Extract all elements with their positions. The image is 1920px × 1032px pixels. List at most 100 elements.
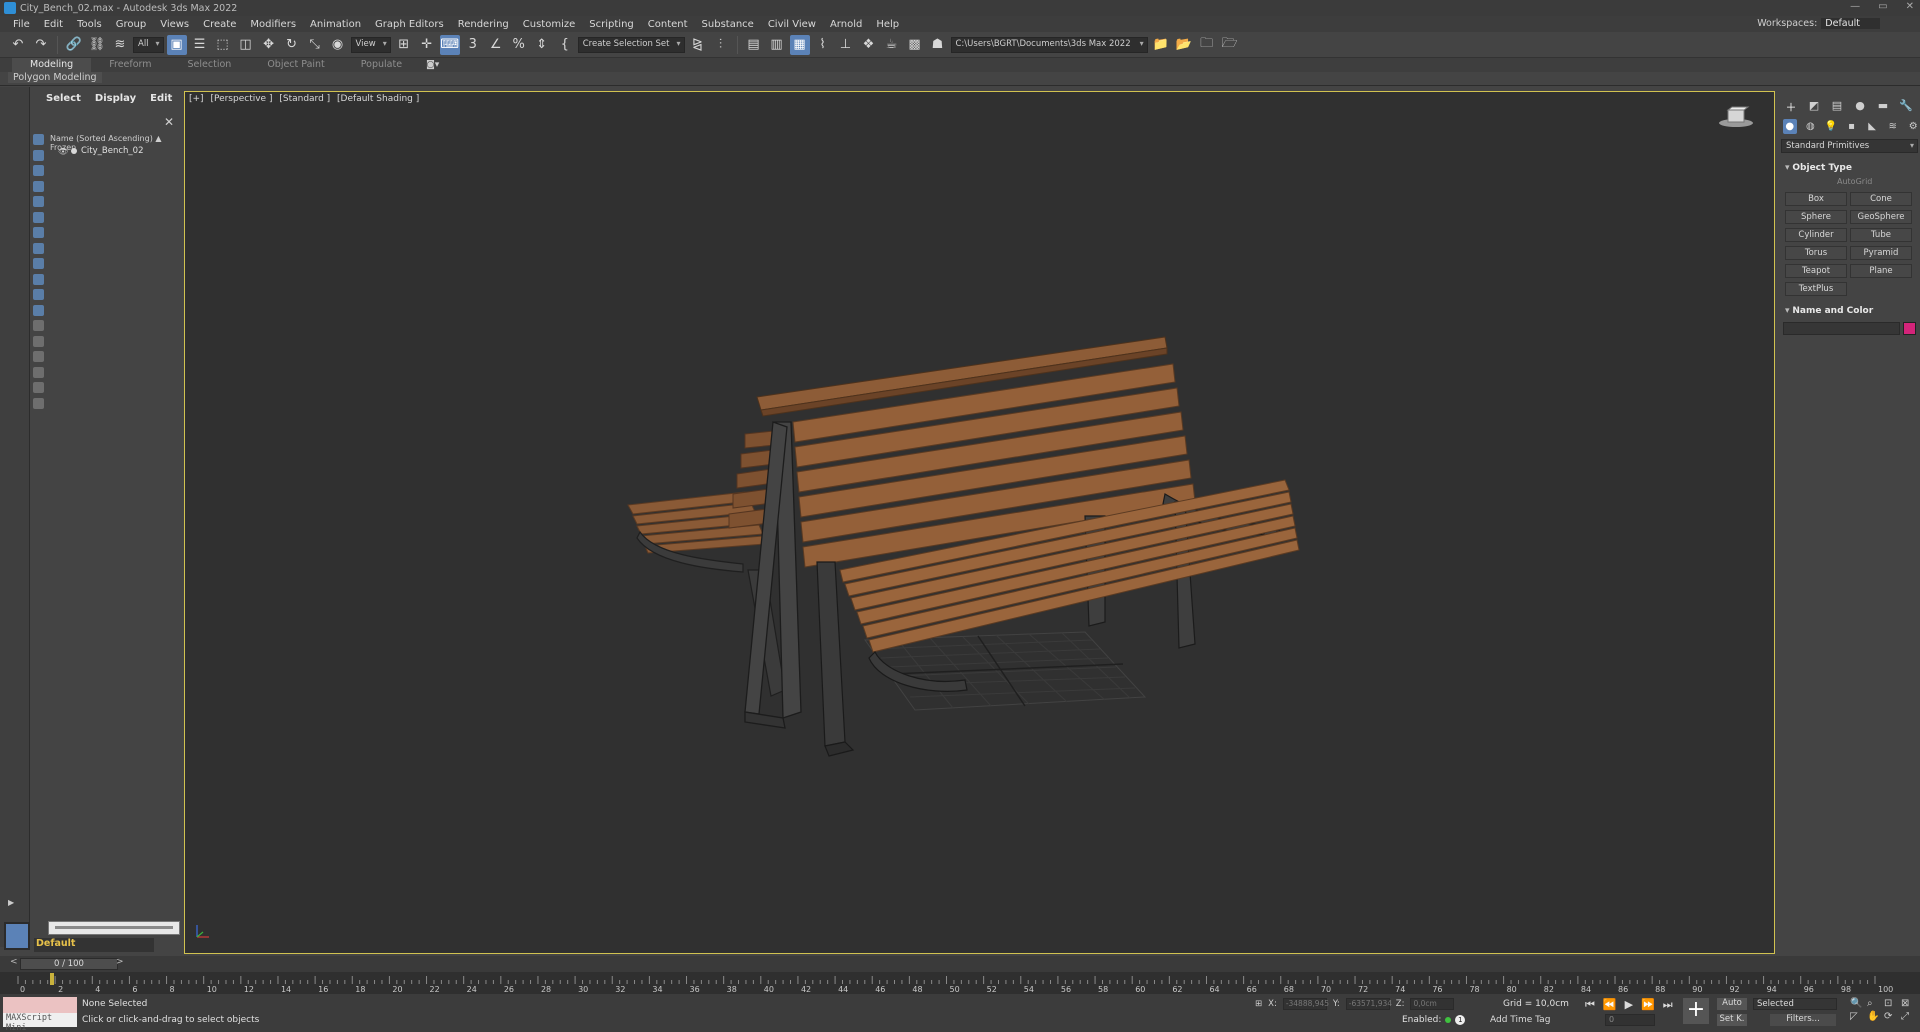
spinner-snap-icon[interactable]: ⇕ xyxy=(532,35,552,55)
select-by-name-icon[interactable]: ☰ xyxy=(190,35,210,55)
menu-tools[interactable]: Tools xyxy=(70,19,109,30)
scene-column-header[interactable]: Name (Sorted Ascending) ▲ Frozen xyxy=(50,134,178,152)
scene-list-item[interactable]: 👁 City_Bench_02 xyxy=(50,146,178,156)
key-selection-dropdown[interactable]: Selected xyxy=(1753,998,1837,1010)
material-editor-icon[interactable]: ❖ xyxy=(859,35,879,55)
add-time-tag[interactable]: Add Time Tag xyxy=(1490,1015,1550,1025)
display-hidden-icon[interactable] xyxy=(33,304,44,316)
zoom-extents-all-icon[interactable]: ⊠ xyxy=(1901,998,1917,1009)
object-name-field[interactable] xyxy=(1783,322,1900,335)
menu-animation[interactable]: Animation xyxy=(303,19,368,30)
invert-display-icon[interactable] xyxy=(33,351,44,362)
angle-snap-icon[interactable]: ∠ xyxy=(486,35,506,55)
time-slider-thumb[interactable]: 0 / 100 xyxy=(20,958,118,970)
scene-tab-edit[interactable]: Edit xyxy=(144,93,178,104)
rotate-icon[interactable]: ↻ xyxy=(282,35,302,55)
align-icon[interactable]: ⫶ xyxy=(711,35,731,55)
menu-content[interactable]: Content xyxy=(641,19,695,30)
hierarchy-tab-icon[interactable]: ▤ xyxy=(1829,99,1845,113)
select-object-icon[interactable]: ▣ xyxy=(166,34,187,55)
display-cameras-icon[interactable] xyxy=(33,180,44,192)
scene-tab-select[interactable]: Select xyxy=(40,93,87,104)
maxscript-mini-input[interactable]: MAXScript Mini xyxy=(3,1013,77,1032)
modify-tab-icon[interactable]: ◩ xyxy=(1806,99,1822,113)
box-button[interactable]: Box xyxy=(1785,192,1847,206)
folder-settings-icon[interactable]: 🗀 xyxy=(1197,35,1217,55)
menu-customize[interactable]: Customize xyxy=(516,19,583,30)
tab-object-paint[interactable]: Object Paint xyxy=(249,58,342,72)
maxscript-listener[interactable] xyxy=(3,997,77,1013)
sphere-button[interactable]: Sphere xyxy=(1785,210,1847,224)
clear-filter-icon[interactable]: ✕ xyxy=(164,115,174,129)
curve-editor-icon[interactable]: ⌇ xyxy=(813,35,833,55)
current-frame-field[interactable]: 0 xyxy=(1605,1014,1655,1026)
display-tab-icon[interactable]: ▬ xyxy=(1875,99,1891,113)
redo-icon[interactable]: ↷ xyxy=(31,35,51,55)
pyramid-button[interactable]: Pyramid xyxy=(1850,246,1912,260)
pivot-center-icon[interactable]: ⊞ xyxy=(394,35,414,55)
keyboard-shortcut-override-icon[interactable]: ⌨ xyxy=(439,34,460,55)
menu-create[interactable]: Create xyxy=(196,19,243,30)
scale-icon[interactable]: ⤡ xyxy=(305,35,325,55)
link-icon[interactable]: 🔗 xyxy=(64,35,84,55)
select-manipulate-icon[interactable]: ✛ xyxy=(417,35,437,55)
geosphere-button[interactable]: GeoSphere xyxy=(1850,210,1912,224)
goto-start-icon[interactable]: ⏮ xyxy=(1585,998,1595,1012)
create-project-icon[interactable]: 🗁 xyxy=(1220,35,1240,55)
move-icon[interactable]: ✥ xyxy=(259,35,279,55)
zoom-extents-icon[interactable]: ⊡ xyxy=(1884,998,1900,1009)
menu-substance[interactable]: Substance xyxy=(695,19,761,30)
textplus-button[interactable]: TextPlus xyxy=(1785,282,1847,296)
layer-explorer-icon[interactable]: ▥ xyxy=(767,35,787,55)
find-icon[interactable] xyxy=(33,366,44,378)
helpers-icon[interactable]: ◣ xyxy=(1865,119,1879,134)
menu-views[interactable]: Views xyxy=(153,19,196,30)
current-layer-name[interactable]: Default xyxy=(34,938,154,952)
name-and-color-rollout[interactable]: Name and Color xyxy=(1779,306,1920,316)
systems-icon[interactable]: ⚙ xyxy=(1906,119,1920,134)
set-key-button[interactable]: Set K. xyxy=(1717,1014,1747,1026)
menu-edit[interactable]: Edit xyxy=(37,19,70,30)
menu-arnold[interactable]: Arnold xyxy=(823,19,869,30)
teapot-button[interactable]: Teapot xyxy=(1785,264,1847,278)
undo-icon[interactable]: ↶ xyxy=(8,35,28,55)
window-crossing-icon[interactable]: ◫ xyxy=(236,35,256,55)
close-window-button[interactable]: ✕ xyxy=(1906,1,1914,12)
maximize-viewport-icon[interactable]: ⤢ xyxy=(1901,1011,1917,1022)
utilities-tab-icon[interactable]: 🔧 xyxy=(1898,99,1914,113)
display-containers-icon[interactable] xyxy=(33,273,44,285)
zoom-all-icon[interactable]: ⌕ xyxy=(1867,998,1883,1009)
display-none-icon[interactable] xyxy=(33,335,44,347)
geometry-icon[interactable]: ● xyxy=(1783,119,1797,134)
cameras-icon[interactable]: ▪ xyxy=(1845,119,1859,134)
time-slider[interactable]: < 0 / 100 > xyxy=(0,956,1920,972)
menu-graph-editors[interactable]: Graph Editors xyxy=(368,19,451,30)
absolute-mode-icon[interactable]: ⊞ xyxy=(1255,999,1262,1009)
display-xrefs-icon[interactable] xyxy=(33,242,44,254)
ribbon-toggle-icon[interactable]: ▦ xyxy=(789,34,810,55)
key-filters-button[interactable]: Filters... xyxy=(1770,1014,1836,1026)
shapes-icon[interactable]: ◍ xyxy=(1804,119,1818,134)
next-key-icon[interactable]: ⏩ xyxy=(1641,998,1655,1012)
space-warps-icon[interactable]: ≋ xyxy=(1886,119,1900,134)
reference-coordinate-dropdown[interactable]: View xyxy=(350,36,391,53)
workspace-selector[interactable]: Workspaces: Default xyxy=(1757,18,1880,29)
display-bones-icon[interactable] xyxy=(33,258,44,269)
cylinder-button[interactable]: Cylinder xyxy=(1785,228,1847,242)
filter-icon[interactable] xyxy=(33,382,44,393)
schematic-view-icon[interactable]: ⊥ xyxy=(836,35,856,55)
workspace-value[interactable]: Default xyxy=(1821,18,1880,29)
display-helpers-icon[interactable] xyxy=(33,196,44,207)
pan-icon[interactable]: ✋ xyxy=(1867,1011,1883,1022)
tab-selection[interactable]: Selection xyxy=(170,58,250,72)
render-production-icon[interactable]: ☗ xyxy=(928,35,948,55)
lights-icon[interactable]: 💡 xyxy=(1824,119,1838,134)
selection-filter-dropdown[interactable]: All xyxy=(133,36,164,53)
auto-key-button[interactable]: Auto xyxy=(1717,998,1747,1010)
display-geometry-icon[interactable] xyxy=(33,134,44,145)
mirror-icon[interactable]: ⧎ xyxy=(688,35,708,55)
tube-button[interactable]: Tube xyxy=(1850,228,1912,242)
percent-snap-icon[interactable]: % xyxy=(509,35,529,55)
render-setup-icon[interactable]: ☕ xyxy=(882,35,902,55)
tab-freeform[interactable]: Freeform xyxy=(91,58,169,72)
